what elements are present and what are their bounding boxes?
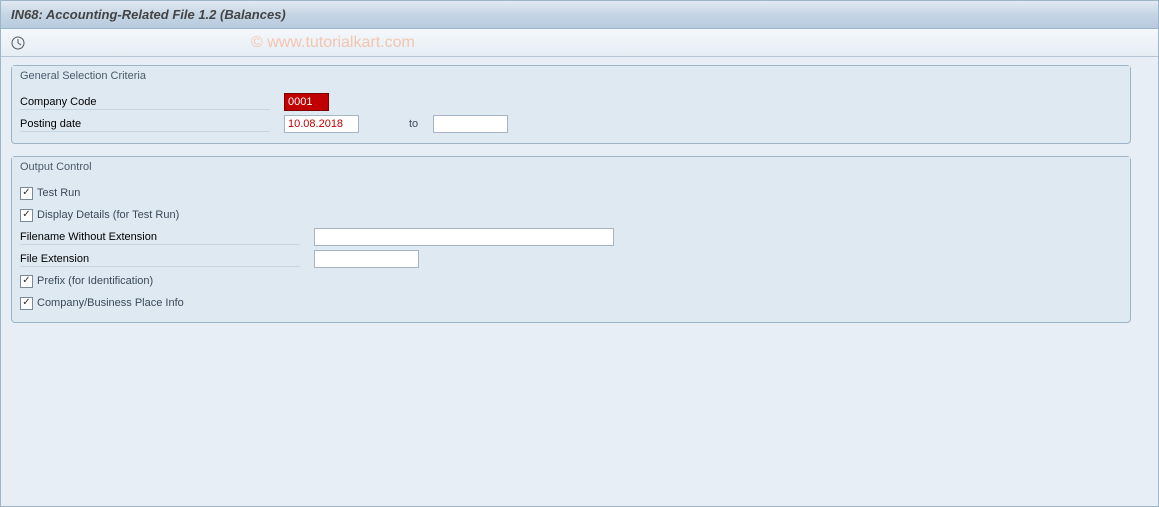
- to-label: to: [409, 118, 418, 130]
- company-info-container: ✓ Company/Business Place Info: [20, 297, 184, 310]
- filename-cell: Filename Without Extension: [20, 229, 300, 245]
- watermark: © www.tutorialkart.com: [251, 34, 415, 52]
- test-run-container: ✓ Test Run: [20, 187, 80, 200]
- execute-icon[interactable]: [9, 34, 27, 52]
- posting-date-to-input[interactable]: [433, 115, 508, 133]
- group-title-output: Output Control: [12, 157, 1130, 178]
- prefix-row: ✓ Prefix (for Identification): [20, 270, 1122, 292]
- window-title: IN68: Accounting-Related File 1.2 (Balan…: [11, 7, 286, 22]
- company-info-label: Company/Business Place Info: [37, 297, 184, 309]
- filename-row: Filename Without Extension: [20, 226, 1122, 248]
- content-area: General Selection Criteria Company Code …: [1, 57, 1158, 343]
- company-info-row: ✓ Company/Business Place Info: [20, 292, 1122, 314]
- file-ext-cell: File Extension: [20, 251, 300, 267]
- company-code-label: Company Code: [20, 96, 96, 108]
- group-content-selection: Company Code Posting date to: [12, 87, 1130, 143]
- file-ext-input[interactable]: [314, 250, 419, 268]
- group-title-selection: General Selection Criteria: [12, 66, 1130, 87]
- group-content-output: ✓ Test Run ✓ Display Details (for Test R…: [12, 178, 1130, 322]
- display-details-checkbox[interactable]: ✓: [20, 209, 33, 222]
- file-ext-label: File Extension: [20, 253, 89, 265]
- company-info-checkbox[interactable]: ✓: [20, 297, 33, 310]
- output-control-group: Output Control ✓ Test Run ✓ Display Deta…: [11, 156, 1131, 323]
- toolbar: © www.tutorialkart.com: [1, 29, 1158, 57]
- display-details-container: ✓ Display Details (for Test Run): [20, 209, 179, 222]
- posting-date-label: Posting date: [20, 118, 81, 130]
- prefix-label: Prefix (for Identification): [37, 275, 153, 287]
- title-bar: IN68: Accounting-Related File 1.2 (Balan…: [1, 1, 1158, 29]
- company-code-cell: Company Code: [20, 94, 270, 110]
- posting-date-cell: Posting date: [20, 116, 270, 132]
- display-details-row: ✓ Display Details (for Test Run): [20, 204, 1122, 226]
- prefix-container: ✓ Prefix (for Identification): [20, 275, 153, 288]
- main-window: IN68: Accounting-Related File 1.2 (Balan…: [0, 0, 1159, 507]
- company-code-row: Company Code: [20, 91, 1122, 113]
- prefix-checkbox[interactable]: ✓: [20, 275, 33, 288]
- test-run-row: ✓ Test Run: [20, 182, 1122, 204]
- test-run-checkbox[interactable]: ✓: [20, 187, 33, 200]
- posting-date-from-input[interactable]: [284, 115, 359, 133]
- display-details-label: Display Details (for Test Run): [37, 209, 179, 221]
- posting-date-row: Posting date to: [20, 113, 1122, 135]
- file-ext-row: File Extension: [20, 248, 1122, 270]
- company-code-input[interactable]: [284, 93, 329, 111]
- general-selection-group: General Selection Criteria Company Code …: [11, 65, 1131, 144]
- test-run-label: Test Run: [37, 187, 80, 199]
- filename-label: Filename Without Extension: [20, 231, 157, 243]
- filename-input[interactable]: [314, 228, 614, 246]
